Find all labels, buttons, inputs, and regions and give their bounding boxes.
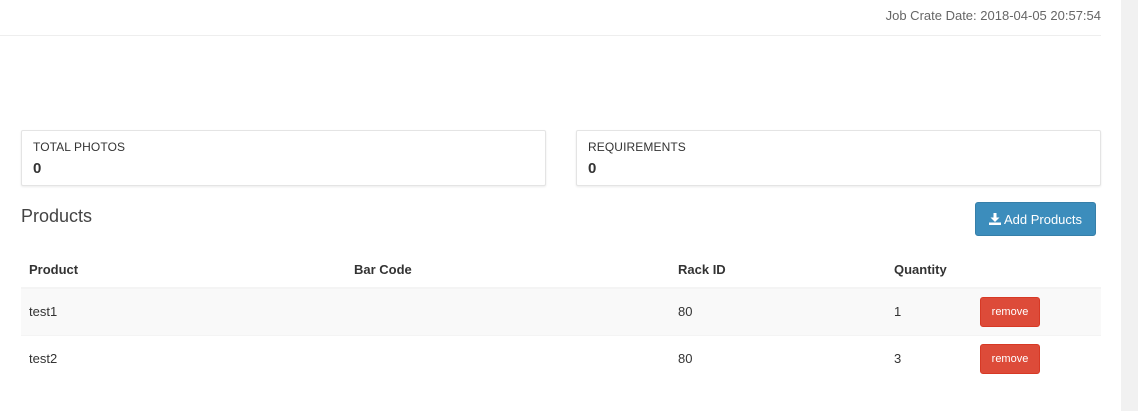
table-row: test2 80 3 remove <box>21 334 1101 382</box>
total-photos-value: 0 <box>33 160 42 177</box>
cell-product: test2 <box>21 334 346 382</box>
cell-bar-code <box>346 334 670 382</box>
add-products-label: Add Products <box>1003 211 1083 227</box>
total-photos-box: TOTAL PHOTOS 0 <box>21 130 546 186</box>
cell-bar-code <box>346 287 670 335</box>
scrollbar-track[interactable] <box>1121 0 1138 411</box>
requirements-value: 0 <box>588 160 597 177</box>
requirements-box: REQUIREMENTS 0 <box>576 130 1101 186</box>
column-header-actions <box>972 251 1101 289</box>
column-header-rack-id: Rack ID <box>670 251 886 289</box>
requirements-label: REQUIREMENTS <box>588 140 686 154</box>
cell-rack-id: 80 <box>670 334 886 382</box>
cell-quantity: 3 <box>886 334 972 382</box>
total-photos-label: TOTAL PHOTOS <box>33 140 126 154</box>
job-date-value: 2018-04-05 20:57:54 <box>980 8 1101 23</box>
job-date-label: Job Crate Date: <box>885 8 977 23</box>
remove-button[interactable]: remove <box>980 343 1040 374</box>
table-header-row: Product Bar Code Rack ID Quantity <box>21 251 1101 289</box>
column-header-quantity: Quantity <box>886 251 972 289</box>
download-icon <box>988 213 1001 225</box>
column-header-bar-code: Bar Code <box>346 251 670 289</box>
job-create-date: Job Crate Date: 2018-04-05 20:57:54 <box>886 8 1101 23</box>
column-header-product: Product <box>21 251 346 289</box>
cell-product: test1 <box>21 287 346 335</box>
cell-actions: remove <box>972 287 1101 335</box>
cell-quantity: 1 <box>886 287 972 335</box>
remove-button[interactable]: remove <box>980 296 1040 327</box>
header-divider <box>0 35 1101 36</box>
products-title: Products <box>21 206 93 226</box>
products-table: Product Bar Code Rack ID Quantity test1 … <box>21 251 1101 382</box>
add-products-button[interactable]: Add Products <box>975 202 1096 236</box>
table-row: test1 80 1 remove <box>21 287 1101 335</box>
cell-rack-id: 80 <box>670 287 886 335</box>
cell-actions: remove <box>972 334 1101 382</box>
